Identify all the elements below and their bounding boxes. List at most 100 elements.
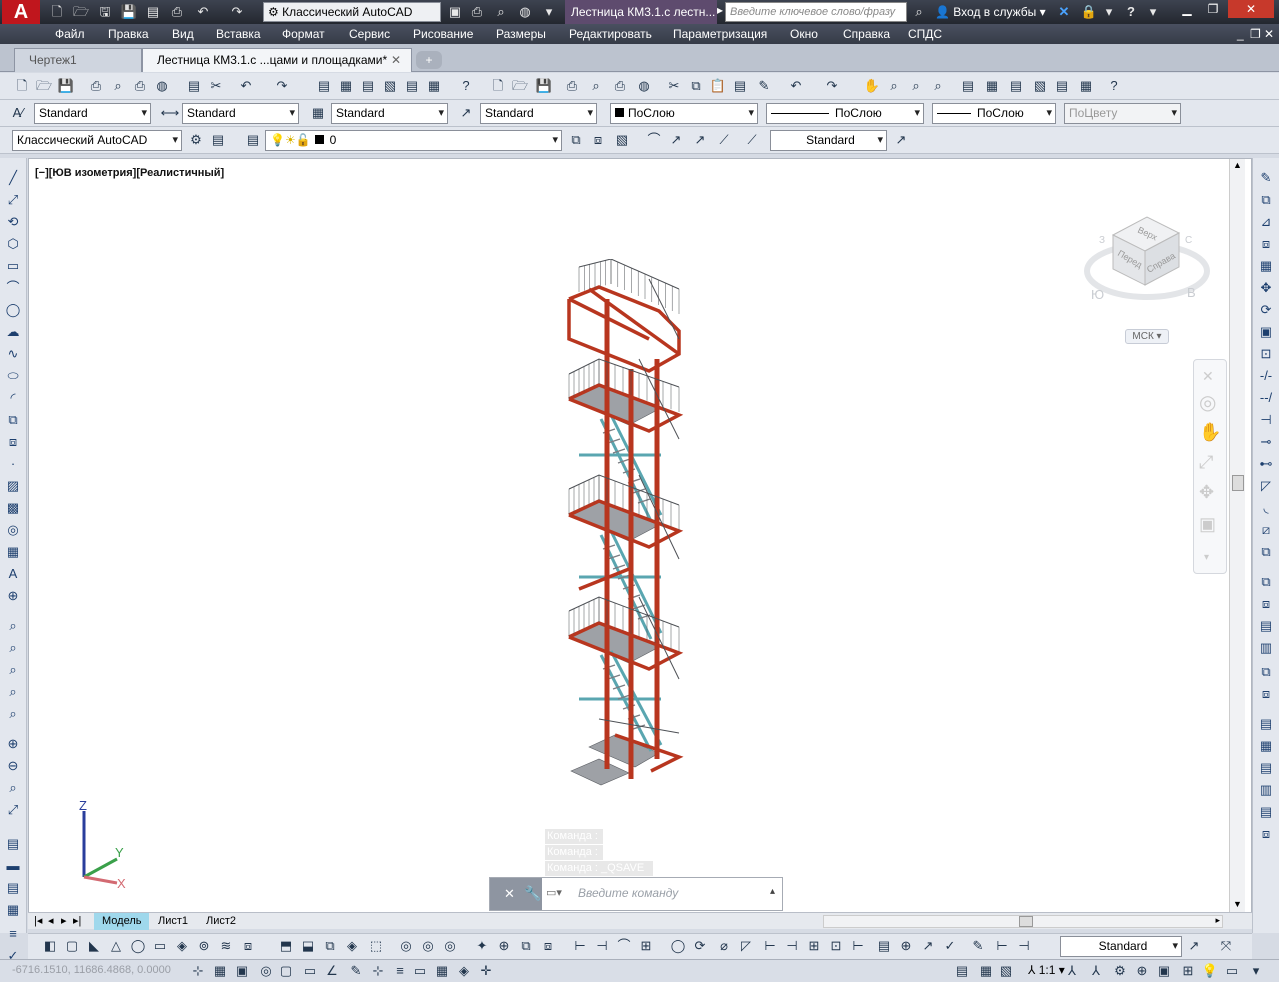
add-selected-icon[interactable]: ⊕ [3, 586, 23, 606]
cylinder-icon[interactable]: ▭ [150, 936, 170, 956]
markup-icon[interactable]: ▤ [1052, 76, 1072, 96]
save-icon[interactable]: 💾 [56, 76, 76, 96]
menu-parametric[interactable]: Параметризация [673, 24, 767, 44]
polygon-icon[interactable]: ⬡ [3, 234, 23, 254]
redo-icon[interactable]: ↷ [272, 76, 292, 96]
dim-ordinate-icon[interactable]: ▥ [1256, 780, 1276, 800]
help-icon[interactable]: ? [456, 76, 476, 96]
ellipse-icon[interactable]: ⬭ [3, 366, 23, 386]
exchange-icon[interactable]: ✕ [1055, 3, 1073, 21]
zoom-dynamic-icon[interactable]: ⌕ [3, 638, 23, 658]
dim-linear-icon[interactable]: ⊢ [570, 936, 590, 956]
view-icon[interactable]: ◍ [516, 3, 534, 21]
3d-print-icon[interactable]: ◍ [152, 76, 172, 96]
polar-icon[interactable]: ◎ [256, 961, 276, 981]
dim-style-select[interactable]: Standard [182, 103, 299, 124]
close-icon[interactable]: ✕ [1202, 368, 1214, 385]
orbit-icon[interactable]: ✥ [1199, 482, 1214, 503]
restore-icon[interactable]: ❐ [1200, 0, 1226, 18]
lineweight-select[interactable]: ПоСлою [932, 103, 1056, 124]
cut-icon[interactable]: ✂ [206, 76, 226, 96]
menu-window[interactable]: Окно [790, 24, 818, 44]
grid-icon[interactable]: ▦ [210, 961, 230, 981]
print-icon[interactable]: ⎙ [168, 3, 186, 21]
make-current-layer-icon[interactable]: ⧉ [566, 130, 586, 150]
color-select[interactable]: ПоСлою [610, 103, 758, 124]
quick-dim-icon[interactable]: ⊢ [760, 936, 780, 956]
menu-edit[interactable]: Правка [108, 24, 149, 44]
model-space-icon[interactable]: ▤ [952, 961, 972, 981]
viewport-controls-label[interactable]: [−][ЮВ изометрия][Реалистичный] [35, 167, 224, 179]
search-input[interactable]: Введите ключевое слово/фразу [725, 2, 907, 22]
next-layout-icon[interactable]: ▸ [61, 913, 67, 930]
draw-order-front-icon[interactable]: ⧉ [1256, 572, 1276, 592]
dim-jogged-icon[interactable]: ⟳ [690, 936, 710, 956]
minimize-icon[interactable]: ▁ [1174, 0, 1200, 18]
chevron-up-icon[interactable]: ▴ [770, 886, 775, 897]
multiline-text-icon[interactable]: A [3, 564, 23, 584]
chevron-right-icon[interactable]: ▸ [717, 3, 723, 17]
blend-icon[interactable]: ⧄ [1256, 520, 1276, 540]
drawing-viewport[interactable]: [−][ЮВ изометрия][Реалистичный] Z Y X Ве… [28, 158, 1252, 914]
sheet-set-icon[interactable]: ▧ [1030, 76, 1050, 96]
menu-insert[interactable]: Вставка [216, 24, 261, 44]
rotate-icon[interactable]: ⟳ [1256, 300, 1276, 320]
auto-scale-icon[interactable]: ⅄ [1086, 961, 1106, 981]
torus-icon[interactable]: ⊚ [194, 936, 214, 956]
open-icon[interactable]: 🗁 [510, 76, 530, 96]
mleader-style-icon[interactable]: ↗ [456, 103, 476, 123]
3d-print-icon[interactable]: ◍ [634, 76, 654, 96]
polyline-icon[interactable]: ⟲ [3, 212, 23, 232]
transparency-icon[interactable]: ▭ [410, 961, 430, 981]
dim-break-icon[interactable]: ⊢ [848, 936, 868, 956]
dim-jogged-icon[interactable]: ⧈ [1256, 824, 1276, 844]
insert-block-icon[interactable]: ⧉ [3, 410, 23, 430]
table-style-icon[interactable]: ▦ [308, 103, 328, 123]
file-tab[interactable]: Чертеж1 [14, 48, 142, 72]
status-menu-icon[interactable]: ▾ [1246, 961, 1266, 981]
text-style-select[interactable]: Standard [34, 103, 151, 124]
ducs-icon[interactable]: ✎ [346, 961, 366, 981]
autodesk-360-icon[interactable]: 🔒 [1080, 3, 1098, 21]
menu-modify[interactable]: Редактировать [569, 24, 652, 44]
compass-south-label[interactable]: Ю [1091, 287, 1104, 302]
horizontal-scrollbar[interactable]: ▸ [823, 915, 1223, 928]
presspull-icon[interactable]: ⬓ [298, 936, 318, 956]
spline-icon[interactable]: ∿ [3, 344, 23, 364]
compass-east-label[interactable]: В [1187, 285, 1196, 300]
command-prompt-icon[interactable]: ▭▾ [546, 886, 562, 899]
new-icon[interactable]: 🗋 [48, 3, 66, 21]
annotation-monitor-icon[interactable]: ◈ [454, 961, 474, 981]
close-icon[interactable]: ✕ [504, 886, 515, 902]
pan-icon[interactable]: ✋ [1199, 422, 1221, 443]
explode-icon[interactable]: ⧉ [1256, 542, 1276, 562]
planar-surface-icon[interactable]: ⧈ [238, 936, 258, 956]
undo-icon[interactable]: ↶ [786, 76, 806, 96]
mirror-icon[interactable]: ⊿ [1256, 212, 1276, 232]
revcloud-icon[interactable]: ☁ [3, 322, 23, 342]
new-icon[interactable]: 🗋 [12, 76, 32, 96]
open-icon[interactable]: 🗁 [72, 3, 90, 21]
help-icon[interactable]: ? [1104, 76, 1124, 96]
loft-icon[interactable]: ⬚ [366, 936, 386, 956]
compass-north-label[interactable]: С [1185, 235, 1192, 246]
zoom-extents-icon[interactable]: ⤢ [1199, 452, 1213, 473]
stretch-icon[interactable]: ⊡ [1256, 344, 1276, 364]
scale-icon[interactable]: ▣ [1256, 322, 1276, 342]
osnap-icon[interactable]: ▢ [276, 961, 296, 981]
dim-baseline-icon[interactable]: ⊣ [782, 936, 802, 956]
properties-icon[interactable]: ▤ [314, 76, 334, 96]
box-icon[interactable]: ▢ [62, 936, 82, 956]
file-tab-active[interactable]: Лестница КМ3.1.с ...цами и площадками* ✕ [142, 48, 412, 72]
multiline-style-icon[interactable]: ⟋ [742, 130, 762, 150]
chevron-down-icon[interactable]: ▾ [1144, 3, 1162, 21]
scroll-up-icon[interactable]: ▲ [1233, 160, 1242, 170]
close-icon[interactable]: ✕ [391, 49, 401, 71]
vertical-scrollbar[interactable]: ▲ ▼ [1229, 159, 1245, 914]
mleader-style-select[interactable]: Standard [480, 103, 597, 124]
extend-icon[interactable]: --/ [1256, 388, 1276, 408]
layer-properties-icon[interactable]: ▤ [243, 130, 263, 150]
doc-minimize-icon[interactable]: _ [1237, 24, 1244, 44]
array-icon[interactable]: ▦ [1256, 256, 1276, 276]
command-input[interactable]: Введите команду [578, 886, 678, 900]
